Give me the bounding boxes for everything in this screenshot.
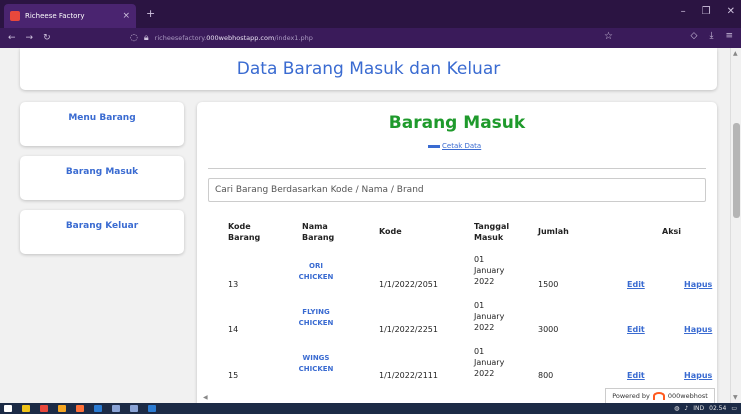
volume-icon[interactable]: ♪: [684, 404, 688, 413]
sidebar-item-barang-keluar[interactable]: Barang Keluar: [20, 210, 184, 254]
cell-tanggal: 01 January 2022: [474, 301, 505, 332]
search-input[interactable]: [208, 178, 706, 202]
cell-kode-barang: 13: [228, 280, 239, 289]
sidebar-item-menu-barang[interactable]: Menu Barang: [20, 102, 184, 146]
cell-kode: 1/1/2022/2251: [379, 325, 438, 334]
column-header-kode: Kode: [379, 227, 402, 236]
clock[interactable]: 02.54: [709, 404, 726, 413]
print-icon: [428, 144, 440, 148]
menu-icon[interactable]: ≡: [725, 31, 733, 41]
content-panel: Barang Masuk Cetak Data Kode Barang Nama…: [197, 102, 717, 403]
tab-title: Richeese Factory: [25, 12, 85, 20]
delete-link[interactable]: Hapus: [684, 279, 712, 290]
delete-link[interactable]: Hapus: [684, 370, 712, 381]
cell-kode: 1/1/2022/2051: [379, 280, 438, 289]
column-header-tanggal-masuk: Tanggal Masuk: [474, 222, 510, 242]
minimize-button[interactable]: –: [681, 6, 686, 17]
forward-arrow-icon[interactable]: →: [26, 33, 34, 43]
edit-link[interactable]: Edit: [627, 370, 645, 381]
app-icon[interactable]: [112, 405, 120, 412]
word-icon[interactable]: [94, 405, 102, 412]
sidebar-item-barang-masuk[interactable]: Barang Masuk: [20, 156, 184, 200]
edit-link[interactable]: Edit: [627, 324, 645, 335]
browser-tab-bar: Richeese Factory × + – ❐ ✕: [0, 0, 741, 28]
toolbar-right: ◇ ⤓ ≡: [691, 31, 733, 41]
start-icon[interactable]: [4, 405, 12, 412]
app-icon[interactable]: [40, 405, 48, 412]
section-title: Barang Masuk: [388, 113, 526, 133]
scroll-left-icon[interactable]: ◀: [203, 394, 208, 401]
scroll-up-icon[interactable]: ▲: [733, 50, 738, 57]
system-tray: ◍ ♪ IND 02.54 ▭: [674, 404, 737, 413]
webhost-logo-icon: [652, 392, 665, 400]
powered-by-label: Powered by: [612, 392, 650, 400]
file-explorer-icon[interactable]: [22, 405, 30, 412]
print-data-label: Cetak Data: [442, 142, 482, 150]
cell-kode-barang: 14: [228, 325, 239, 334]
column-header-nama-barang: Nama Barang: [302, 222, 335, 242]
tab-close-icon[interactable]: ×: [122, 11, 130, 21]
notification-icon[interactable]: ▭: [731, 404, 737, 413]
powered-by-brand: 000webhost: [667, 392, 708, 400]
cell-nama-barang: FLYING CHICKEN: [298, 308, 334, 327]
url-text[interactable]: richeesefactory.000webhostapp.com/index1…: [155, 34, 313, 42]
cell-jumlah: 3000: [538, 325, 559, 334]
column-header-jumlah: Jumlah: [538, 227, 569, 236]
back-arrow-icon[interactable]: ←: [8, 33, 16, 43]
reload-icon[interactable]: ↻: [43, 33, 51, 43]
os-taskbar: ◍ ♪ IND 02.54 ▭: [0, 403, 741, 414]
address-bar[interactable]: ◌ 🔒︎ richeesefactory.000webhostapp.com/i…: [130, 30, 630, 46]
page-viewport: Data Barang Masuk dan Keluar Menu Barang…: [0, 48, 730, 403]
cell-kode-barang: 15: [228, 371, 239, 380]
firefox-icon[interactable]: [76, 405, 84, 412]
browser-tab[interactable]: Richeese Factory ×: [4, 4, 136, 28]
delete-link[interactable]: Hapus: [684, 324, 712, 335]
cell-jumlah: 800: [538, 371, 554, 380]
app-icon[interactable]: [130, 405, 138, 412]
page-title: Data Barang Masuk dan Keluar: [236, 59, 501, 79]
bookmark-star-icon[interactable]: ☆: [604, 31, 613, 42]
shield-icon: ◌: [130, 33, 138, 43]
vertical-scrollbar[interactable]: ▲ ▼: [730, 48, 741, 403]
cell-tanggal: 01 January 2022: [474, 347, 505, 378]
language-indicator[interactable]: IND: [693, 404, 704, 413]
site-favicon-icon: [10, 11, 20, 21]
cell-nama-barang: WINGS CHICKEN: [298, 354, 334, 373]
column-header-aksi: Aksi: [662, 227, 682, 236]
network-icon[interactable]: ◍: [674, 404, 679, 413]
edit-link[interactable]: Edit: [627, 279, 645, 290]
page-header: Data Barang Masuk dan Keluar: [20, 48, 717, 90]
new-tab-button[interactable]: +: [146, 7, 155, 20]
maximize-button[interactable]: ❐: [702, 6, 711, 17]
pocket-icon[interactable]: ◇: [691, 31, 698, 41]
app-icon[interactable]: [148, 405, 156, 412]
cell-nama-barang: ORI CHICKEN: [298, 262, 334, 281]
divider: [208, 168, 706, 169]
close-window-button[interactable]: ✕: [727, 6, 735, 17]
cell-kode: 1/1/2022/2111: [379, 371, 438, 380]
scroll-down-icon[interactable]: ▼: [733, 394, 738, 401]
cell-jumlah: 1500: [538, 280, 559, 289]
print-data-link[interactable]: Cetak Data: [428, 142, 481, 150]
column-header-kode-barang: Kode Barang: [228, 222, 261, 242]
window-controls: – ❐ ✕: [681, 6, 735, 17]
download-icon[interactable]: ⤓: [709, 31, 713, 41]
cell-tanggal: 01 January 2022: [474, 255, 505, 286]
scrollbar-thumb[interactable]: [733, 123, 740, 218]
powered-by-badge[interactable]: Powered by 000webhost: [605, 388, 715, 403]
app-icon[interactable]: [58, 405, 66, 412]
lock-icon: 🔒︎: [143, 33, 149, 43]
